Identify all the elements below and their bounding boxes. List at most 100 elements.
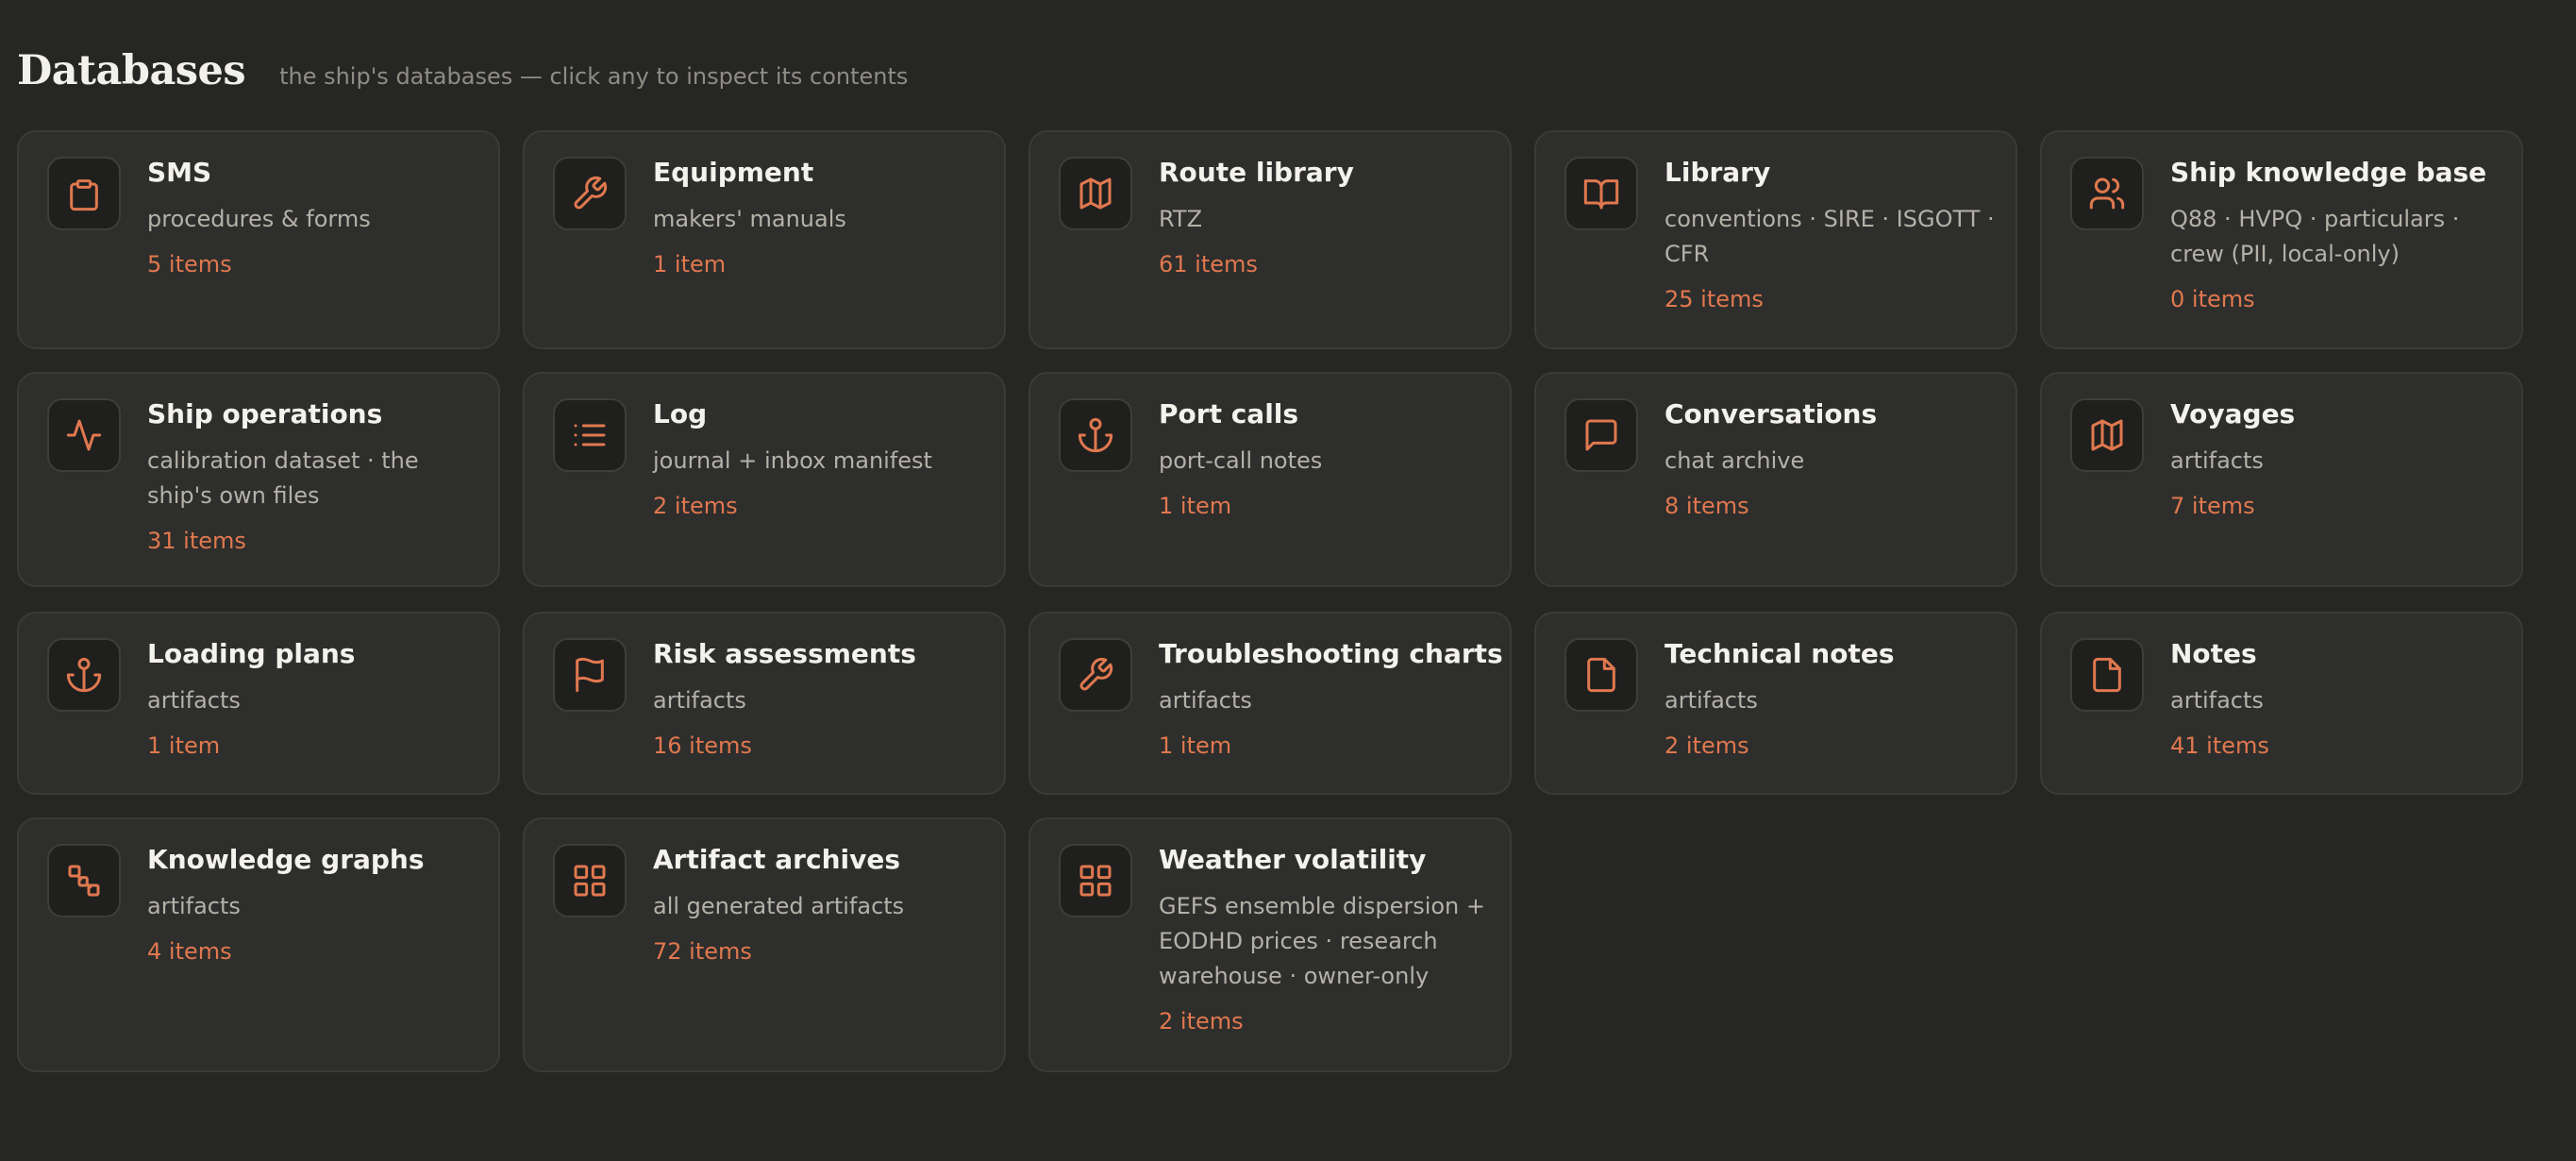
card-title: Knowledge graphs	[147, 844, 425, 875]
card-description: artifacts	[147, 893, 241, 919]
card-body: Library conventions · SIRE · ISGOTT · CFR…	[1664, 157, 1995, 313]
card-title: Log	[653, 398, 708, 429]
map-icon	[1079, 177, 1112, 210]
card-icon-box	[553, 398, 627, 472]
database-card-log[interactable]: Log journal + inbox manifest 2 items	[523, 372, 1006, 587]
card-description: artifacts	[2170, 687, 2264, 714]
card-icon-box	[553, 638, 627, 712]
card-icon-box	[47, 398, 121, 472]
card-item-count: 2 items	[653, 493, 738, 519]
card-description: Q88 · HVPQ · particulars · crew (PII, lo…	[2170, 206, 2460, 267]
card-icon-box	[1564, 157, 1638, 230]
database-card-equipment[interactable]: Equipment makers' manuals 1 item	[523, 130, 1006, 349]
card-body: Equipment makers' manuals 1 item	[653, 157, 983, 278]
card-icon-box	[553, 844, 627, 917]
card-body: Risk assessments artifacts 16 items	[653, 638, 983, 760]
list-icon	[574, 424, 606, 446]
card-title: Library	[1664, 157, 1771, 188]
card-description: port-call notes	[1159, 447, 1323, 474]
card-title: Weather volatility	[1159, 844, 1427, 875]
card-body: Troubleshooting charts artifacts 1 item	[1159, 638, 1503, 760]
card-title: Loading plans	[147, 638, 356, 669]
card-icon-box	[47, 638, 121, 712]
card-body: SMS procedures & forms 5 items	[147, 157, 477, 278]
card-item-count: 8 items	[1664, 493, 1749, 519]
card-title: SMS	[147, 157, 212, 188]
file-icon	[1587, 657, 1615, 693]
card-body: Notes artifacts 41 items	[2170, 638, 2501, 760]
card-body: Artifact archives all generated artifacts…	[653, 844, 983, 966]
database-card-route-library[interactable]: Route library RTZ 61 items	[1029, 130, 1512, 349]
database-card-risk-assessments[interactable]: Risk assessments artifacts 16 items	[523, 612, 1006, 795]
card-description: all generated artifacts	[653, 893, 905, 919]
card-icon-box	[553, 157, 627, 230]
map-icon	[2091, 419, 2123, 451]
card-item-count: 2 items	[1159, 1008, 1244, 1035]
card-icon-box	[47, 157, 121, 230]
message-square-icon	[1585, 419, 1617, 451]
card-icon-box	[2070, 638, 2144, 712]
activity-icon	[66, 419, 102, 451]
card-item-count: 31 items	[147, 528, 246, 554]
card-item-count: 25 items	[1664, 286, 1764, 312]
database-card-sms[interactable]: SMS procedures & forms 5 items	[17, 130, 500, 349]
card-item-count: 7 items	[2170, 493, 2255, 519]
clipboard-icon	[70, 179, 98, 211]
card-body: Conversations chat archive 8 items	[1664, 398, 1995, 520]
card-title: Route library	[1159, 157, 1354, 188]
card-item-count: 2 items	[1664, 732, 1749, 759]
anchor-icon	[1078, 417, 1113, 453]
card-icon-box	[1059, 157, 1132, 230]
card-item-count: 1 item	[1159, 493, 1232, 519]
database-card-ship-knowledge-base[interactable]: Ship knowledge base Q88 · HVPQ · particul…	[2040, 130, 2523, 349]
card-item-count: 4 items	[147, 938, 232, 965]
card-description: artifacts	[653, 687, 746, 714]
card-title: Equipment	[653, 157, 814, 188]
card-body: Route library RTZ 61 items	[1159, 157, 1489, 278]
card-body: Ship operations calibration dataset · the…	[147, 398, 477, 555]
card-item-count: 1 item	[1159, 732, 1232, 759]
book-open-icon	[1583, 179, 1619, 210]
card-icon-box	[1059, 638, 1132, 712]
card-description: RTZ	[1159, 206, 1203, 232]
file-icon	[2093, 657, 2121, 693]
card-title: Port calls	[1159, 398, 1299, 429]
database-card-conversations[interactable]: Conversations chat archive 8 items	[1534, 372, 2017, 587]
card-item-count: 1 item	[147, 732, 221, 759]
database-card-notes[interactable]: Notes artifacts 41 items	[2040, 612, 2523, 795]
card-description: artifacts	[1664, 687, 1758, 714]
card-description: artifacts	[1159, 687, 1252, 714]
card-item-count: 61 items	[1159, 251, 1258, 278]
wrench-icon	[574, 176, 608, 210]
card-title: Risk assessments	[653, 638, 916, 669]
card-body: Technical notes artifacts 2 items	[1664, 638, 1995, 760]
page-header: Databases the ship's databases — click a…	[17, 47, 908, 94]
database-card-voyages[interactable]: Voyages artifacts 7 items	[2040, 372, 2523, 587]
database-card-knowledge-graphs[interactable]: Knowledge graphs artifacts 4 items	[17, 817, 500, 1072]
card-item-count: 16 items	[653, 732, 752, 759]
card-icon-box	[2070, 398, 2144, 472]
card-title: Voyages	[2170, 398, 2296, 429]
card-body: Port calls port-call notes 1 item	[1159, 398, 1489, 520]
card-body: Weather volatility GEFS ensemble dispersi…	[1159, 844, 1489, 1035]
card-title: Ship operations	[147, 398, 383, 429]
card-item-count: 72 items	[653, 938, 752, 965]
card-description: artifacts	[2170, 447, 2264, 474]
database-card-port-calls[interactable]: Port calls port-call notes 1 item	[1029, 372, 1512, 587]
card-description: procedures & forms	[147, 206, 371, 232]
database-card-troubleshooting-charts[interactable]: Troubleshooting charts artifacts 1 item	[1029, 612, 1512, 795]
flag-icon	[576, 657, 604, 693]
card-body: Ship knowledge base Q88 · HVPQ · particul…	[2170, 157, 2501, 313]
graph-nodes-icon	[68, 865, 100, 897]
card-title: Conversations	[1664, 398, 1878, 429]
database-card-ship-operations[interactable]: Ship operations calibration dataset · the…	[17, 372, 500, 587]
database-card-weather-volatility[interactable]: Weather volatility GEFS ensemble dispersi…	[1029, 817, 1512, 1072]
database-card-artifact-archives[interactable]: Artifact archives all generated artifacts…	[523, 817, 1006, 1072]
database-card-technical-notes[interactable]: Technical notes artifacts 2 items	[1534, 612, 2017, 795]
database-card-loading-plans[interactable]: Loading plans artifacts 1 item	[17, 612, 500, 795]
database-card-library[interactable]: Library conventions · SIRE · ISGOTT · CFR…	[1534, 130, 2017, 349]
card-title: Ship knowledge base	[2170, 157, 2487, 188]
card-icon-box	[1059, 398, 1132, 472]
card-description: journal + inbox manifest	[653, 447, 932, 474]
card-item-count: 41 items	[2170, 732, 2269, 759]
